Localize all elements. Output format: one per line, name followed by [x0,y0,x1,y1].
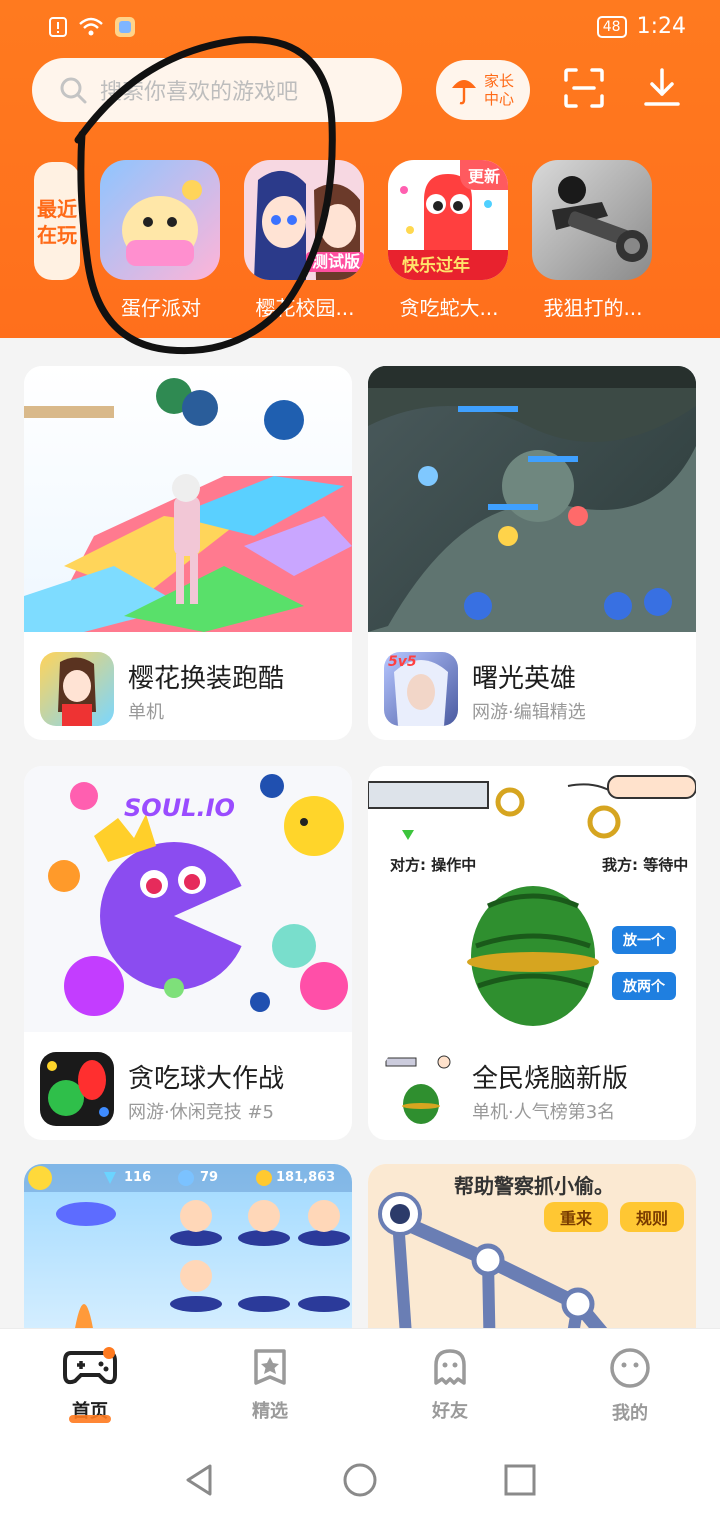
game-icon [532,160,652,280]
game-icon: 测试版 [244,160,364,280]
card-info: 全民烧脑新版 单机·人气榜第3名 [368,1032,696,1140]
recent-item-label: 我狙打的... [543,296,643,320]
game-title: 全民烧脑新版 [472,1064,629,1094]
game-screenshot: 对方: 操作中 我方: 等待中 放一个 放两个 [368,766,696,1032]
coins-count: 181,863 [276,1170,336,1185]
app-notification-icon [115,17,135,37]
tab-friends[interactable]: 好友 [390,1347,510,1423]
game-icon [100,160,220,280]
card-info: 5v5 曙光英雄 网游·编辑精选 [368,632,696,740]
search-input[interactable]: 搜索你喜欢的游戏吧 [32,58,402,122]
happy-year-label: 快乐过年 [402,256,470,276]
umbrella-icon [452,80,476,105]
gamepad-icon [63,1347,117,1385]
game-subtitle: 单机 [128,702,164,723]
game-card-soul-io[interactable]: SOUL.IO 贪吃球大作战 网游·休闲竞技 #5 [24,766,352,1140]
recent-item-label: 蛋仔派对 [121,296,201,320]
ghost-icon [434,1349,466,1385]
game-icon [40,1052,114,1126]
restart-button: 重来 [544,1202,608,1232]
game-subtitle: 网游·休闲竞技 #5 [128,1102,274,1123]
opponent-status: 对方: 操作中 [390,856,477,874]
game-title: 贪吃球大作战 [128,1064,285,1094]
game-icon [40,652,114,726]
five-v-five-label: 5v5 [388,654,417,670]
home-icon[interactable] [340,1460,380,1500]
recents-icon[interactable] [500,1460,540,1500]
back-icon[interactable] [180,1460,220,1500]
game-screenshot [368,366,696,632]
game-card-dawn-heroes[interactable]: 5v5 曙光英雄 网游·编辑精选 [368,366,696,740]
gems-count: 116 [124,1170,152,1185]
tab-label: 我的 [612,1403,648,1424]
recent-item-sakura-school[interactable]: 测试版 樱花校园... [244,160,366,321]
tab-label: 好友 [432,1401,468,1422]
stars-count: 79 [200,1170,219,1185]
recent-item-label: 贪吃蛇大... [399,296,499,320]
game-card-brain-teaser[interactable]: 对方: 操作中 我方: 等待中 放一个 放两个 全民烧脑新版 单机·人气榜第3名 [368,766,696,1140]
game-icon: 快乐过年 更新 [388,160,508,280]
game-subtitle: 网游·编辑精选 [472,702,586,723]
card-info: 樱花换装跑酷 单机 [24,632,352,740]
my-status: 我方: 等待中 [602,856,689,874]
tab-home[interactable]: 首页 [30,1347,150,1423]
game-title: 曙光英雄 [472,664,577,694]
update-badge: 更新 [459,160,508,190]
tab-me[interactable]: 我的 [570,1347,690,1425]
parent-center-button[interactable]: 家长中心 [436,60,530,120]
header: 48 1:24 搜索你喜欢的游戏吧 家长中心 最近在玩 蛋仔派对 测试版 樱花校… [0,0,720,355]
wifi-icon [79,17,103,36]
battery-indicator: 48 [596,15,627,38]
tab-featured[interactable]: 精选 [210,1347,330,1423]
game-subtitle: 单机·人气榜第3名 [472,1102,616,1123]
tab-label: 精选 [252,1401,288,1422]
recent-item-sniper[interactable]: 我狙打的... [532,160,654,321]
recent-item-snake[interactable]: 快乐过年 更新 贪吃蛇大... [388,160,510,321]
game-screenshot [24,366,352,632]
bottom-navigation: 首页 精选 好友 我的 [0,1328,720,1436]
alert-icon [49,17,67,37]
rules-button: 规则 [620,1202,684,1232]
smiley-icon [610,1348,650,1388]
search-placeholder: 搜索你喜欢的游戏吧 [100,80,299,105]
card-info: 贪吃球大作战 网游·休闲竞技 #5 [24,1032,352,1140]
game-screenshot: SOUL.IO [24,766,352,1032]
soulio-logo-text: SOUL.IO [124,794,235,822]
parent-center-label: 家长中心 [483,72,514,108]
test-version-label: 测试版 [311,252,360,271]
recent-item-eggy-party[interactable]: 蛋仔派对 [100,160,222,321]
game-title: 樱花换装跑酷 [128,664,285,694]
police-hint: 帮助警察抓小偷。 [454,1174,614,1198]
game-icon: 5v5 [384,652,458,726]
recent-played-tag: 最近在玩 [34,162,80,280]
recent-item-label: 樱花校园... [255,296,355,320]
active-tab-indicator [69,1415,111,1423]
search-icon [60,77,87,104]
scan-icon[interactable] [560,64,608,112]
clock: 1:24 [636,14,686,39]
star-card-icon [254,1349,286,1385]
game-icon [384,1052,458,1126]
put-one-button: 放一个 [612,926,676,954]
game-card-sakura-parkour[interactable]: 樱花换装跑酷 单机 [24,366,352,740]
download-icon[interactable] [638,64,686,112]
put-two-button: 放两个 [612,972,676,1000]
system-navigation-bar [0,1436,720,1520]
status-bar: 48 1:24 [0,0,720,56]
